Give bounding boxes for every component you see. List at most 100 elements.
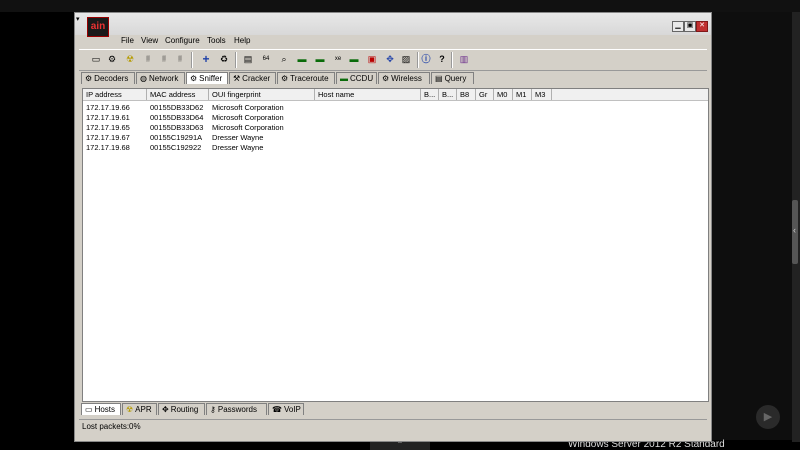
column-host-name[interactable]: Host name <box>315 89 421 100</box>
tab-apr[interactable]: ☢ APR <box>122 403 157 415</box>
close-button[interactable]: ✕ <box>696 21 708 32</box>
sniffer-icon: ⚙ <box>190 74 198 83</box>
clear-icon[interactable]: ♻ <box>217 52 231 66</box>
cell-mac: 00155DB33D62 <box>150 103 204 112</box>
lookup-icon[interactable]: ⌕ <box>277 52 291 66</box>
tab-ccdu[interactable]: ▬ CCDU <box>336 72 377 84</box>
smash-bpspoof-icon[interactable]: ▒ <box>157 52 171 66</box>
info-icon[interactable]: ⓘ <box>419 52 433 66</box>
key-icon: ⚷ <box>210 405 216 414</box>
play-icon[interactable]: ▶ <box>756 405 780 429</box>
smash-bitcc-icon[interactable]: ▒ <box>141 52 155 66</box>
tab-label: Wireless <box>391 74 422 83</box>
column-b1[interactable]: B... <box>421 89 439 100</box>
status-bar: Lost packets: 0% <box>79 419 707 434</box>
toolbar: ▭ ⚙ ☢ ▒ ▒ ▒ + ♻ ▤ 64 ⌕ ▬ ▬ xe ▬ ▣ ✥ ▨ ⓘ … <box>79 49 707 71</box>
app-logo-icon: ain <box>87 17 109 37</box>
help-icon[interactable]: ? <box>435 52 449 66</box>
tab-passwords[interactable]: ⚷ Passwords <box>206 403 267 415</box>
cell-mac: 00155DB33D63 <box>150 123 204 132</box>
tab-label: CCDU <box>350 74 374 83</box>
hash-icon[interactable]: xe <box>331 52 345 66</box>
tab-voip[interactable]: ☎ VoIP <box>268 403 304 415</box>
chevron-up-icon[interactable]: ⌃ <box>370 441 430 450</box>
table-row[interactable]: 172.17.19.67 00155C19291A Dresser Wayne <box>83 133 708 143</box>
chevron-left-icon[interactable]: ‹ <box>793 226 796 235</box>
tab-label: Traceroute <box>290 74 329 83</box>
tab-sniffer[interactable]: ⚙ Sniffer <box>186 72 228 84</box>
tab-wireless[interactable]: ⚙ Wireless <box>378 72 430 84</box>
hammer-icon: ⚒ <box>233 74 241 83</box>
image-icon[interactable]: ▨ <box>399 52 413 66</box>
tab-label: Query <box>444 74 467 83</box>
radiation-icon[interactable]: ☢ <box>123 52 137 66</box>
menu-file[interactable]: File <box>121 36 134 45</box>
column-oui-fingerprint[interactable]: OUI fingerprint <box>209 89 315 100</box>
table-row[interactable]: 172.17.19.65 00155DB33D63 Microsoft Corp… <box>83 123 708 133</box>
column-b8[interactable]: B8 <box>457 89 476 100</box>
hosts-icon: ▭ <box>85 405 93 414</box>
sniffer-icon[interactable]: ▬ <box>347 52 361 66</box>
column-m0[interactable]: M0 <box>494 89 513 100</box>
menu-tools[interactable]: Tools <box>207 36 226 45</box>
cell-mac: 00155DB33D64 <box>150 113 204 122</box>
hosts-list[interactable]: IP address MAC address OUI fingerprint H… <box>82 88 709 402</box>
maximize-button[interactable]: ▣ <box>684 21 696 32</box>
column-m1[interactable]: M1 <box>513 89 532 100</box>
title-bar[interactable]: ▾ ain ▁ ▣ ✕ <box>75 13 711 37</box>
smash-bheseb-icon[interactable]: ▒ <box>173 52 187 66</box>
column-b2[interactable]: B... <box>439 89 457 100</box>
table-row[interactable]: 172.17.19.66 00155DB33D62 Microsoft Corp… <box>83 103 708 113</box>
column-gr[interactable]: Gr <box>476 89 494 100</box>
tab-traceroute[interactable]: ⚙ Traceroute <box>277 72 335 84</box>
routing-icon: ✥ <box>162 405 169 414</box>
tab-label: APR <box>135 405 152 414</box>
column-mac-address[interactable]: MAC address <box>147 89 209 100</box>
system-menu-arrow-icon[interactable]: ▾ <box>76 15 80 23</box>
network-graph-icon[interactable]: ✥ <box>383 52 397 66</box>
minimize-button[interactable]: ▁ <box>672 21 684 32</box>
table-row[interactable]: 172.17.19.61 00155DB33D64 Microsoft Corp… <box>83 113 708 123</box>
open-folder-icon[interactable]: ▭ <box>89 52 103 66</box>
compare-icon[interactable]: ▥ <box>457 52 471 66</box>
certificate-icon[interactable]: ▤ <box>241 52 255 66</box>
tab-routing[interactable]: ✥ Routing <box>158 403 205 415</box>
tab-network[interactable]: ◍ Network <box>136 72 185 84</box>
cell-ip: 172.17.19.65 <box>86 123 130 132</box>
tab-label: VoIP <box>283 405 301 414</box>
add-host-icon[interactable]: + <box>199 52 213 66</box>
tab-label: Passwords <box>217 405 257 414</box>
tab-cracker[interactable]: ⚒ Cracker <box>229 72 276 84</box>
column-m3[interactable]: M3 <box>532 89 552 100</box>
query-icon: ▤ <box>435 74 443 83</box>
globe-icon: ◍ <box>140 74 147 83</box>
route-icon[interactable]: ▣ <box>365 52 379 66</box>
app-window: ▾ ain ▁ ▣ ✕ File View Configure Tools He… <box>74 12 712 442</box>
tab-label: Cracker <box>242 74 271 83</box>
network-adapter-icon[interactable]: ⚙ <box>105 52 119 66</box>
radiation-icon: ☢ <box>126 405 134 414</box>
menu-help[interactable]: Help <box>234 36 250 45</box>
cell-oui: Dresser Wayne <box>212 143 264 152</box>
tab-query[interactable]: ▤ Query <box>431 72 474 84</box>
cell-oui: Microsoft Corporation <box>212 103 284 112</box>
cell-mac: 00155C192922 <box>150 143 202 152</box>
tab-decoders[interactable]: ⚙ Decoders <box>81 72 135 84</box>
menu-view[interactable]: View <box>141 36 158 45</box>
cell-oui: Microsoft Corporation <box>212 123 284 132</box>
column-ip-address[interactable]: IP address <box>83 89 147 100</box>
cell-ip: 172.17.19.66 <box>86 103 130 112</box>
screen-top-bar <box>0 0 800 12</box>
list-header: IP address MAC address OUI fingerprint H… <box>83 89 708 101</box>
decoder-icon[interactable]: ▬ <box>295 52 309 66</box>
tab-label: Sniffer <box>199 74 223 83</box>
cell-oui: Microsoft Corporation <box>212 113 284 122</box>
tab-label: Decoders <box>94 74 129 83</box>
password-icon[interactable]: ▬ <box>313 52 327 66</box>
tab-hosts[interactable]: ▭ Hosts <box>81 403 121 415</box>
table-row[interactable]: 172.17.19.68 00155C192922 Dresser Wayne <box>83 143 708 153</box>
menu-configure[interactable]: Configure <box>165 36 200 45</box>
base64-icon[interactable]: 64 <box>259 52 273 66</box>
cell-ip: 172.17.19.67 <box>86 133 130 142</box>
cell-mac: 00155C19291A <box>150 133 203 142</box>
